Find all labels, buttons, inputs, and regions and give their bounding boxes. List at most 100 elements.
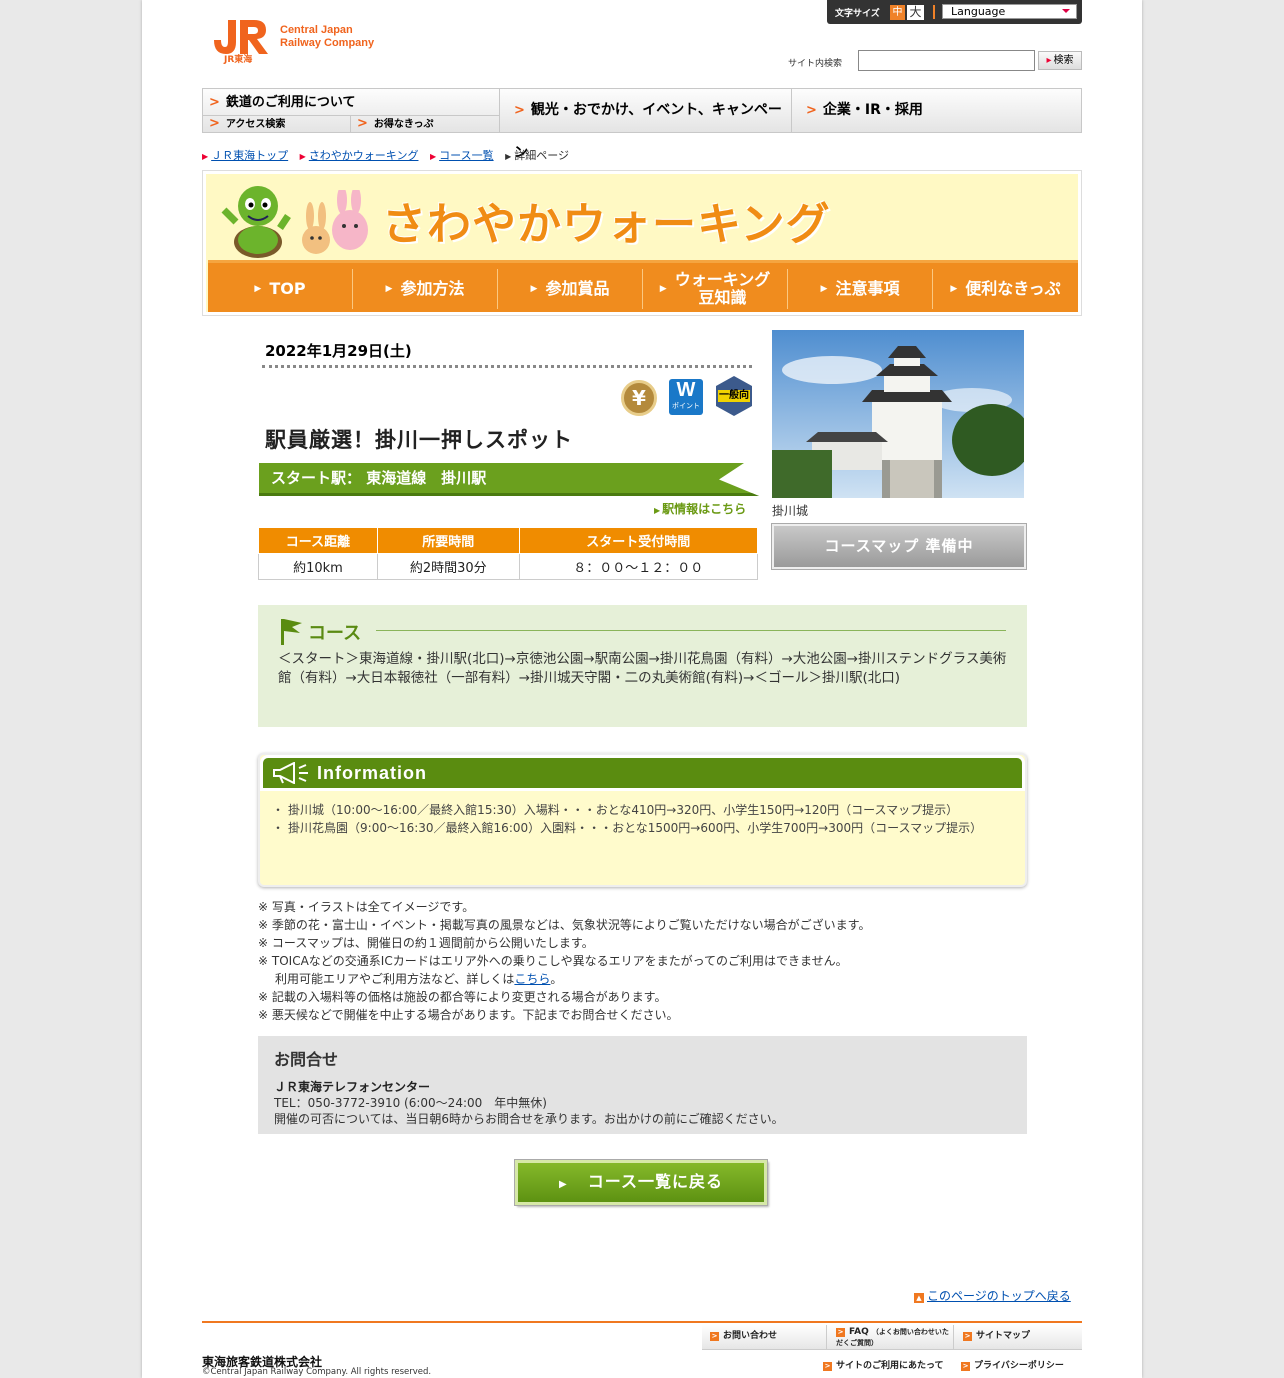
course-distance: 約10km (258, 553, 378, 580)
chevron-right-icon: > (209, 95, 220, 110)
chevron-right-icon: > (836, 1328, 845, 1337)
nav-corporate[interactable]: > 企業・IR・採用 (792, 89, 1081, 132)
logo-subtext: JR東海 (224, 55, 253, 65)
note-continuation: 利用可能エリアやご利用方法など、詳しくはこちら。 (275, 972, 563, 986)
font-size-large-button[interactable]: 大 (907, 5, 924, 20)
font-size-medium-button[interactable]: 中 (890, 5, 905, 20)
note-item: 悪天候などで開催を中止する場合があります。下記までお問合せください。 (258, 1006, 1028, 1024)
footer-privacy-link[interactable]: > プライバシーポリシー (961, 1358, 1064, 1371)
divider (933, 5, 935, 19)
footer-sitemap-link[interactable]: > サイトマップ (955, 1325, 1082, 1350)
list-item: 掛川花鳥園（9:00～16:30／最終入館16:00）入園料・・・おとな1500… (272, 819, 1012, 837)
chevron-right-icon: > (806, 103, 817, 118)
contact-phone: TEL：050-3772-3910 (6:00～24:00 年中無休) (274, 1096, 547, 1110)
contact-heading: お問合せ (274, 1050, 339, 1069)
table-header: スタート受付時間 (518, 527, 759, 554)
information-list: 掛川城（10:00～16:00／最終入館15:30）入場料・・・おとな410円→… (272, 801, 1012, 837)
course-title: 駅員厳選！掛川一押しスポット (265, 428, 573, 452)
footer-divider (202, 1321, 1082, 1323)
footer-terms-link[interactable]: > サイトのご利用にあたって (823, 1358, 944, 1371)
triangle-right-icon: ▶ (429, 152, 437, 161)
megaphone-icon (273, 762, 308, 784)
search-input[interactable] (858, 50, 1035, 71)
dotted-divider (262, 365, 752, 369)
course-heading: コース (308, 623, 362, 644)
kakegawa-castle-photo (772, 330, 1024, 498)
list-item: 掛川城（10:00～16:00／最終入館15:30）入場料・・・おとな410円→… (272, 801, 1012, 819)
triangle-right-icon: ▶ (254, 284, 262, 294)
contact-organization: ＪＲ東海テレフォンセンター (274, 1080, 431, 1094)
ic-card-info-link[interactable]: こちら (514, 972, 550, 986)
language-select[interactable]: Language (942, 4, 1077, 19)
walking-nav-how-to-join[interactable]: ▶ 参加方法 (353, 269, 498, 309)
kappa-mascot-icon (221, 186, 291, 258)
nav-discount-tickets[interactable]: > お得なきっぷ (351, 116, 499, 132)
divider (376, 630, 1006, 631)
chevron-right-icon: > (514, 103, 525, 118)
breadcrumb: ▶ ＪＲ東海トップ ▶ さわやかウォーキング ▶ コース一覧 ▶ 詳細ページ (202, 147, 585, 163)
page: JR東海 Central Japan Railway Company 文字サイズ… (142, 0, 1142, 1378)
search-button[interactable]: 検索 (1038, 51, 1082, 70)
page-top-link[interactable]: ▲ このページのトップへ戻る (914, 1287, 1071, 1304)
flag-icon (281, 619, 302, 645)
breadcrumb-jr-top[interactable]: ＪＲ東海トップ (211, 149, 288, 162)
walking-nav-tips[interactable]: ▶ ウォーキング 豆知識 (643, 269, 788, 309)
walking-nav-top[interactable]: ▶ TOP (208, 269, 353, 309)
nav-access-search[interactable]: > アクセス検索 (203, 116, 351, 132)
general-audience-icon: 一般向 (716, 376, 752, 416)
nav-rail-usage[interactable]: > 鉄道のご利用について (203, 89, 499, 116)
contact-box: お問合せ ＪＲ東海テレフォンセンター TEL：050-3772-3910 (6:… (258, 1036, 1027, 1134)
triangle-right-icon: ▶ (202, 152, 209, 161)
table-header: コース距離 (258, 527, 378, 554)
chevron-right-icon: > (710, 1332, 719, 1341)
triangle-right-icon: ▶ (505, 152, 512, 161)
course-section: コース ＜スタート＞東海道線・掛川駅(北口)→京徳池公園→駅南公園→掛川花鳥園（… (258, 605, 1027, 727)
walking-nav: ▶ TOP ▶ 参加方法 ▶ 参加賞品 ▶ ウォーキング 豆知識 ▶ 注意事項 ▶ 便利なきっ… (208, 260, 1078, 312)
table-header: 所要時間 (376, 527, 520, 554)
note-item: コースマップは、開催日の約１週間前から公開いたします。 (258, 934, 1028, 952)
triangle-right-icon: ▶ (559, 1179, 568, 1190)
station-info-link[interactable]: ▶ 駅情報はこちら (654, 500, 746, 517)
information-heading: Information (260, 755, 1025, 791)
yen-icon: ¥ (621, 380, 657, 416)
footer-contact-link[interactable]: > お問い合わせ (702, 1325, 827, 1350)
nav-tourism[interactable]: > 観光・おでかけ、イベント、キャンペーン (500, 89, 792, 161)
font-size-label: 文字サイズ (835, 9, 880, 19)
course-route: ＜スタート＞東海道線・掛川駅(北口)→京徳池公園→駅南公園→掛川花鳥園（有料）→… (278, 651, 1007, 686)
chevron-right-icon: > (823, 1362, 832, 1371)
arrow-up-icon: ▲ (914, 1293, 924, 1303)
nav-rail-group: > 鉄道のご利用について > アクセス検索 > お得なきっぷ (203, 89, 500, 132)
notes-list: 写真・イラストは全てイメージです。 季節の花・富士山・イベント・掲載写真の風景な… (258, 898, 1028, 1024)
triangle-right-icon: ▶ (820, 284, 828, 294)
triangle-right-icon: ▶ (659, 284, 667, 294)
course-map-button[interactable]: コースマップ 準備中 (772, 524, 1026, 569)
note-item: 季節の花・富士山・イベント・掲載写真の風景などは、気象状況等によりご覧いただけな… (258, 916, 1028, 934)
footer-nav: > お問い合わせ > FAQ （よくお問い合わせいただくご質問） > サイトマップ (702, 1325, 1082, 1350)
logo-english: Central Japan Railway Company (280, 24, 375, 49)
footer-faq-link[interactable]: > FAQ （よくお問い合わせいただくご質問） (828, 1325, 954, 1350)
start-station-bar: スタート駅： 東海道線 掛川駅 (259, 463, 759, 496)
chevron-right-icon: > (963, 1332, 972, 1341)
walking-nav-prizes[interactable]: ▶ 参加賞品 (498, 269, 643, 309)
note-item: 記載の入場料等の価格は施設の都合等により変更される場合があります。 (258, 988, 1028, 1006)
copyright: ©Central Japan Railway Company. All righ… (202, 1367, 432, 1377)
chevron-right-icon: > (357, 116, 368, 131)
course-info-table: コース距離 所要時間 スタート受付時間 約10km 約2時間30分 ８：００～１… (258, 527, 759, 580)
walking-nav-tickets[interactable]: ▶ 便利なきっぷ (933, 269, 1078, 309)
triangle-right-icon: ▶ (385, 284, 393, 294)
breadcrumb-course-list[interactable]: コース一覧 (439, 149, 493, 162)
breadcrumb-walking[interactable]: さわやかウォーキング (309, 149, 419, 162)
w-point-icon: W ポイント (669, 379, 703, 415)
walking-nav-notes[interactable]: ▶ 注意事項 (788, 269, 933, 309)
chevron-right-icon: > (961, 1362, 970, 1371)
course-duration: 約2時間30分 (376, 553, 520, 580)
triangle-right-icon: ▶ (530, 284, 538, 294)
note-item: TOICAなどの交通系ICカードはエリア外への乗りこしや異なるエリアをまたがって… (258, 952, 1028, 970)
rabbit-mascots-icon (302, 190, 368, 254)
note-item: 写真・イラストは全てイメージです。 (258, 898, 1028, 916)
back-to-course-list-button[interactable]: ▶ コース一覧に戻る (515, 1160, 767, 1205)
global-nav: > 鉄道のご利用について > アクセス検索 > お得なきっぷ > 観光・おでかけ、イベン… (202, 88, 1082, 161)
chevron-right-icon: > (209, 116, 220, 131)
reception-hours: ８：００～１２：００ (518, 553, 759, 580)
triangle-right-icon: ▶ (950, 284, 958, 294)
